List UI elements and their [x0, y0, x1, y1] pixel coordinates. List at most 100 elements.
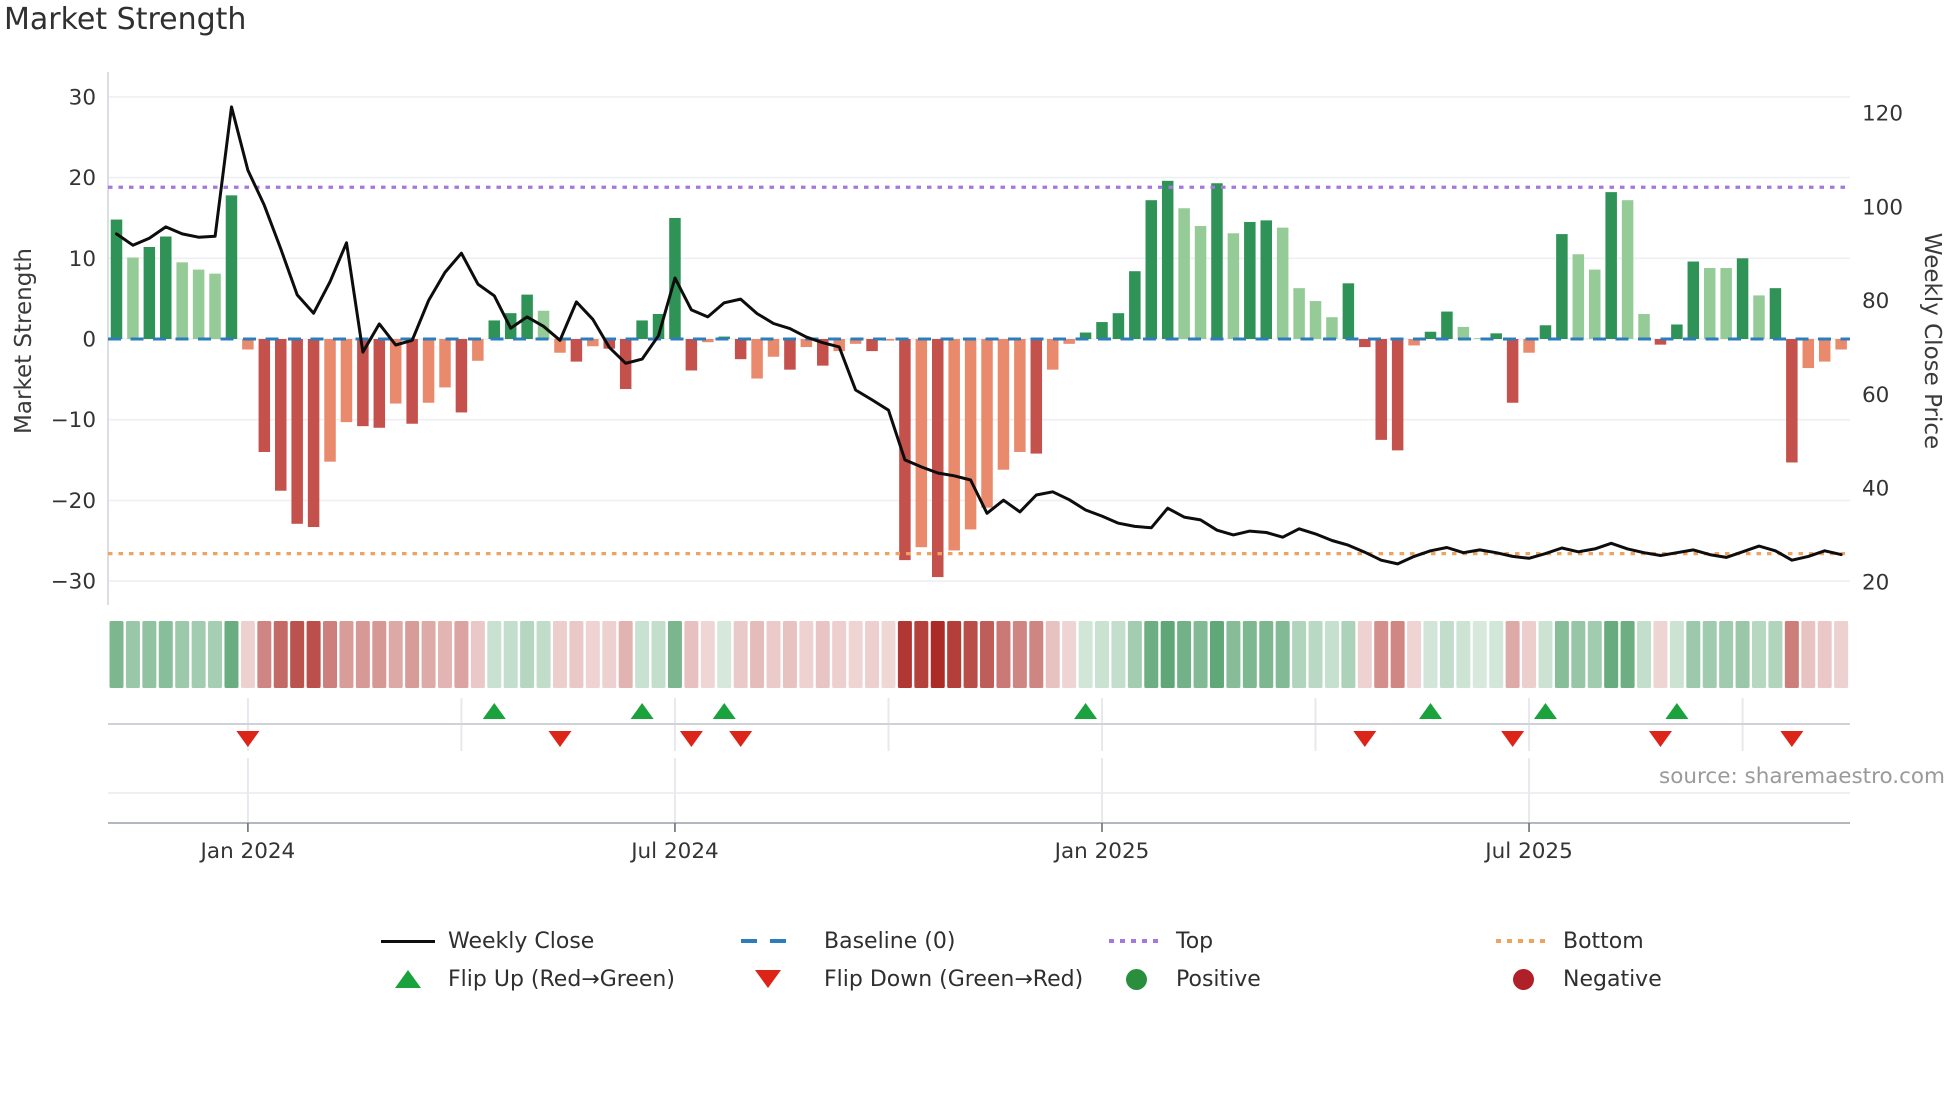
heatmap-cell — [1702, 621, 1717, 688]
heatmap-cell — [1456, 621, 1471, 688]
flip-down-triangle-icon — [740, 968, 796, 990]
heatmap-cell — [355, 621, 370, 688]
heatmap-cell — [503, 621, 518, 688]
heatmap-cell — [1719, 621, 1734, 688]
strength-bar — [1769, 288, 1782, 339]
heatmap-cell — [1242, 621, 1257, 688]
heatmap-cell — [1604, 621, 1619, 688]
strength-bar — [225, 195, 238, 339]
flip-up-marker — [630, 703, 654, 719]
strength-bar — [192, 269, 205, 339]
strength-bar — [981, 339, 993, 508]
heatmap-cell — [914, 621, 929, 688]
legend-weekly-close: Weekly Close — [380, 926, 594, 956]
heatmap-cell — [1390, 621, 1405, 688]
strength-bar — [570, 339, 583, 362]
strength-bar — [948, 339, 960, 551]
legend-label: Weekly Close — [448, 928, 595, 954]
strength-bar — [1260, 220, 1272, 339]
strength-bar — [1753, 295, 1765, 339]
heatmap-cell — [1538, 621, 1553, 688]
left-axis-tick-label: 20 — [69, 166, 96, 191]
right-axis-tick-label: 120 — [1862, 102, 1903, 127]
flip-up-marker — [1665, 703, 1689, 719]
strength-bar — [1786, 339, 1798, 463]
flip-down-marker — [1501, 731, 1525, 747]
flip-down-marker — [1648, 731, 1672, 747]
strength-bar — [1720, 267, 1732, 339]
strength-bar — [1539, 325, 1552, 339]
strength-bar — [1671, 324, 1683, 339]
heatmap-cell — [421, 621, 436, 688]
left-axis-title: Market Strength — [11, 248, 37, 434]
heatmap-cell — [1784, 621, 1799, 688]
strength-bar — [1556, 234, 1568, 339]
heatmap-cell — [766, 621, 781, 688]
bottom-dotted-icon — [1495, 930, 1551, 952]
strength-bars — [110, 180, 1847, 578]
heatmap-cell — [1735, 621, 1750, 688]
strength-bar — [1129, 271, 1141, 339]
heatmap-cell — [1259, 621, 1274, 688]
heatmap-cell — [1817, 621, 1832, 688]
strength-bar — [964, 339, 977, 530]
heatmap-cell — [125, 621, 140, 688]
heatmap-cell — [1062, 621, 1077, 688]
market-strength-dashboard: Market Strength 30 20 10 0 −10 −20 −30 120 100 80… — [0, 0, 1960, 1102]
x-axis-tick-label: Jan 2024 — [199, 839, 296, 864]
heatmap-cell — [881, 621, 896, 688]
strength-bar — [1441, 311, 1453, 339]
heatmap-cell — [1686, 621, 1701, 688]
strength-bar — [406, 339, 418, 424]
left-axis-tick-label: −30 — [51, 570, 96, 595]
flip-down-marker — [1780, 731, 1804, 747]
heatmap-cell — [618, 621, 633, 688]
strength-bar — [439, 339, 451, 388]
strength-bar — [1457, 326, 1470, 339]
legend-label: Negative — [1563, 966, 1662, 992]
market-strength-chart: 3020100−10−20−3012010080604020Jan 2024 Ju… — [51, 72, 1903, 864]
heatmap-cell — [684, 621, 699, 688]
flip-down-marker — [236, 731, 260, 747]
strength-bar — [1687, 261, 1700, 339]
flip-up-triangle-icon — [380, 968, 436, 990]
heatmap-cell — [635, 621, 650, 688]
strength-bar — [160, 236, 172, 339]
strength-bar — [176, 262, 188, 339]
strength-bar — [1424, 331, 1437, 339]
strength-bar — [291, 339, 303, 524]
legend-baseline: Baseline (0) — [740, 926, 955, 956]
heatmap-cell — [651, 621, 666, 688]
strength-bar — [1523, 339, 1535, 353]
strength-bar — [1605, 192, 1617, 339]
strength-bar — [636, 320, 648, 339]
legend-label: Baseline (0) — [824, 928, 956, 954]
heatmap-cell — [257, 621, 272, 688]
heatmap-cell — [1045, 621, 1060, 688]
heatmap-cell — [930, 621, 945, 688]
strength-bar — [1703, 267, 1716, 339]
strength-bar — [915, 339, 928, 548]
heatmap-cell — [963, 621, 978, 688]
heatmap-cell — [602, 621, 617, 688]
strength-bar — [1818, 339, 1831, 362]
right-axis-tick-label: 100 — [1862, 195, 1903, 220]
strength-bar — [734, 339, 747, 360]
sign-heatmap-strip — [109, 621, 1849, 688]
heatmap-cell — [750, 621, 765, 688]
flip-up-marker — [1419, 703, 1442, 719]
heatmap-cell — [865, 621, 880, 688]
strength-bar — [997, 339, 1010, 470]
legend-label: Flip Up (Red→Green) — [448, 966, 675, 992]
strength-bar — [1161, 180, 1174, 339]
flip-up-marker — [482, 703, 506, 719]
heatmap-cell — [520, 621, 535, 688]
heatmap-cell — [306, 621, 321, 688]
heatmap-cell — [897, 621, 912, 688]
strength-bar — [1835, 339, 1847, 350]
strength-bar — [1046, 339, 1059, 370]
heatmap-cell — [1341, 621, 1356, 688]
strength-bar — [1276, 227, 1289, 339]
strength-bar — [1391, 339, 1404, 451]
heatmap-cell — [1029, 621, 1044, 688]
